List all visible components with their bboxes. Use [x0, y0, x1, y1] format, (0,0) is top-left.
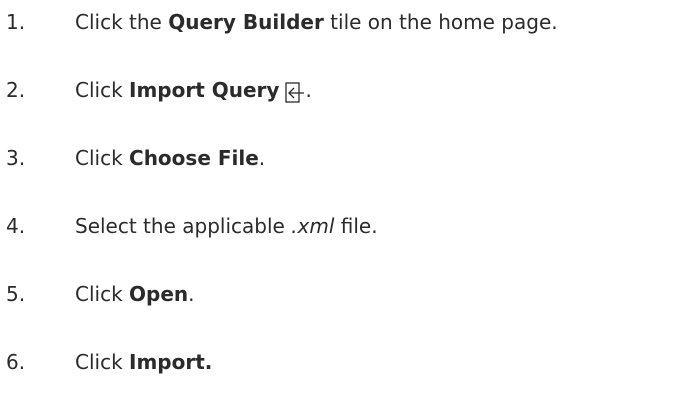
import-icon: [285, 79, 305, 103]
step-ui-term: Choose File: [129, 146, 259, 170]
step-file-extension: .xml: [291, 214, 335, 238]
step-rest: .: [305, 78, 312, 102]
step-verb: Click the: [75, 10, 162, 34]
step-number: 3.: [6, 146, 26, 170]
step-rest: tile on the home page.: [330, 10, 558, 34]
step-number: 6.: [6, 350, 26, 374]
step-rest: .: [258, 146, 266, 170]
step-text: Click Import Query.: [75, 72, 312, 108]
step-text: Click the Query Builder tile on the home…: [75, 4, 558, 40]
instruction-steps: 1. Click the Query Builder tile on the h…: [0, 0, 681, 417]
step-verb: Click: [75, 282, 123, 306]
step-rest: file.: [340, 214, 378, 238]
step-verb: Select the applicable: [75, 214, 285, 238]
step-text: Select the applicable .xml file.: [75, 208, 378, 244]
step-verb: Click: [75, 78, 123, 102]
step-ui-term: Import Query: [129, 78, 280, 102]
step-text: Click Choose File.: [75, 140, 265, 176]
step-ui-term: Open: [129, 282, 189, 306]
step-rest: .: [188, 282, 195, 306]
step-number: 1.: [6, 10, 26, 34]
step-ui-term: Import.: [129, 350, 213, 374]
step-text: Click Open.: [75, 276, 195, 312]
step-number: 4.: [6, 214, 26, 238]
step-verb: Click: [75, 350, 123, 374]
step-number: 5.: [6, 282, 26, 306]
step-verb: Click: [75, 146, 123, 170]
step-text: Click Import.: [75, 344, 212, 380]
step-ui-term: Query Builder: [168, 10, 324, 34]
step-number: 2.: [6, 78, 26, 102]
